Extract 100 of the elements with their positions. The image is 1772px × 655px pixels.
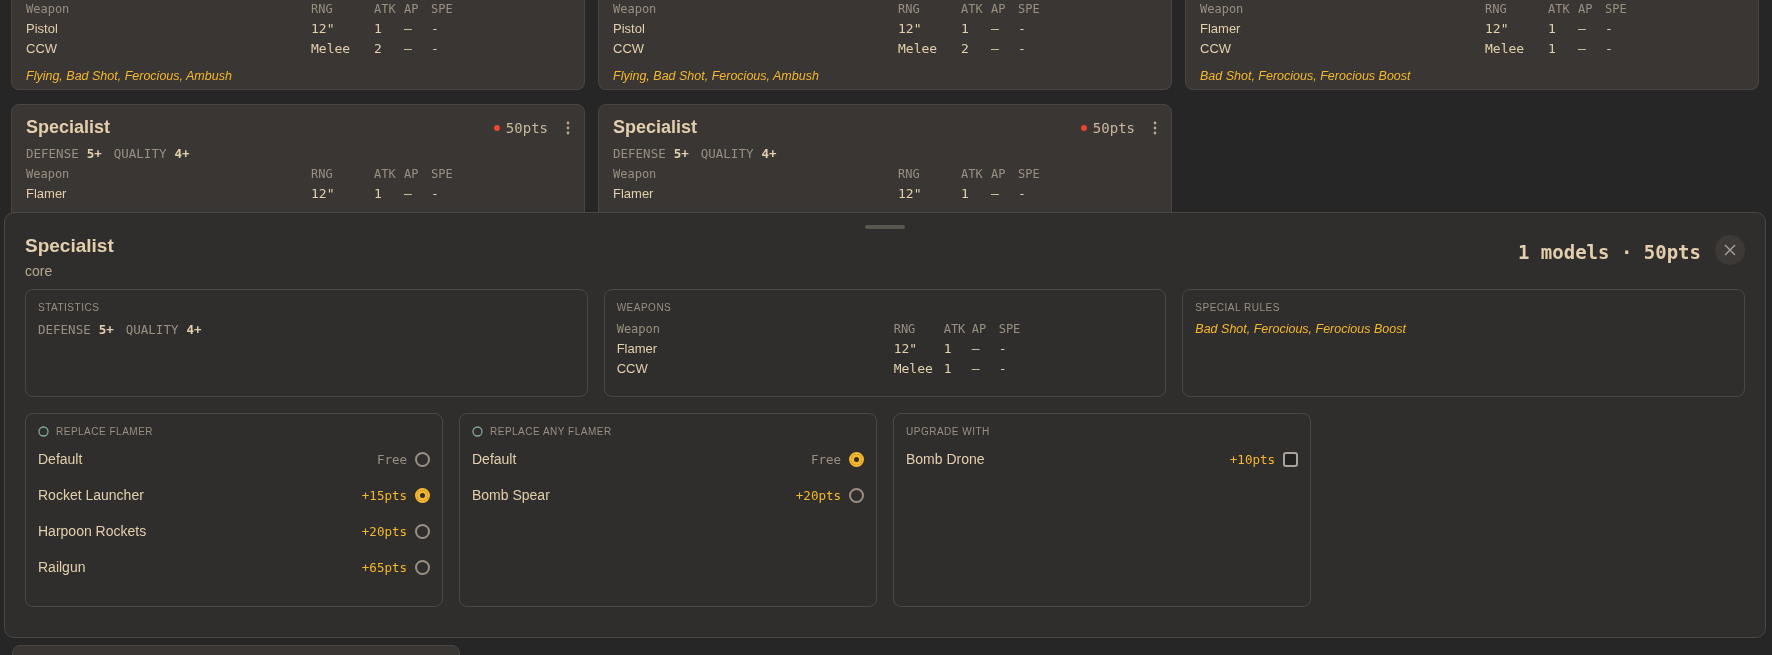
column-header: ATK — [961, 2, 984, 16]
column-header: Weapon — [1200, 2, 1245, 16]
weapon-stat: - — [998, 341, 1008, 356]
column-header: SPE — [998, 322, 1022, 336]
option-item[interactable]: Default Free — [38, 441, 430, 477]
radio-button[interactable] — [415, 451, 430, 467]
weapon-stat: – — [1578, 21, 1587, 36]
weapon-stat: - — [1018, 41, 1027, 56]
column-header: RNG — [311, 2, 334, 16]
weapon-stat: 12" — [1485, 21, 1510, 36]
weapon-stat: – — [991, 21, 1000, 36]
column-header: RNG — [893, 322, 917, 336]
section-heading: SPECIAL RULES — [1195, 302, 1281, 313]
weapon-stat: - — [1605, 21, 1614, 36]
unit-card[interactable]: Weapon RNG ATK AP SPE Pistol 12" 1 – - CCW Melee 2 – - Flying, Bad Shot, Ferocious, Ambush — [598, 0, 1172, 90]
stat-label: QUALITY — [113, 146, 167, 161]
weapon-stat: - — [1605, 41, 1614, 56]
group-heading: REPLACE ANY FLAMER — [490, 426, 612, 437]
unit-points: 50pts — [505, 119, 548, 136]
weapon-name: Pistol — [613, 21, 646, 36]
option-item[interactable]: Rocket Launcher +15pts — [38, 477, 430, 513]
option-item[interactable]: Bomb Spear +20pts — [472, 477, 864, 513]
weapon-stat: - — [431, 41, 440, 56]
weapon-stat: - — [1018, 21, 1027, 36]
weapon-stat: Melee — [1485, 41, 1526, 56]
weapon-stat: Melee — [893, 361, 934, 376]
weapon-stat: 1 — [374, 186, 383, 201]
unit-card[interactable]: Weapon RNG ATK AP SPE Flamer 12" 1 – - CCW Melee 1 – - Bad Shot, Ferocious, Ferocious Boost — [1185, 0, 1759, 90]
weapon-stat: 12" — [311, 21, 336, 36]
option-item[interactable]: Bomb Drone +10pts — [906, 441, 1298, 477]
column-header: SPE — [1605, 2, 1628, 16]
radio-button[interactable] — [415, 559, 430, 575]
weapon-stat: Melee — [898, 41, 939, 56]
column-header: SPE — [1018, 167, 1041, 181]
stat-label: DEFENSE — [38, 322, 91, 337]
weapon-name: CCW — [613, 41, 646, 56]
option-item[interactable]: Default Free — [472, 441, 864, 477]
weapon-stat: 2 — [374, 41, 383, 56]
radio-button[interactable] — [415, 487, 430, 503]
weapon-stat: – — [991, 41, 1000, 56]
close-button[interactable] — [1715, 235, 1745, 265]
radio-button[interactable] — [849, 451, 864, 467]
stat-value: 5+ — [86, 146, 102, 161]
column-header: RNG — [898, 167, 921, 181]
weapon-stat: - — [431, 21, 440, 36]
checkbox[interactable] — [1283, 451, 1298, 467]
more-icon[interactable] — [566, 120, 570, 135]
column-header: SPE — [431, 2, 454, 16]
column-header: ATK — [374, 167, 397, 181]
status-dot — [1080, 124, 1087, 131]
stat-value: 5+ — [673, 146, 689, 161]
stat-value: 5+ — [98, 322, 114, 337]
column-header: Weapon — [616, 322, 661, 336]
column-header: AP — [971, 322, 988, 336]
option-cost: Free — [376, 451, 407, 467]
weapon-name: CCW — [616, 361, 649, 376]
column-header: AP — [1578, 2, 1594, 16]
weapon-stat: 2 — [961, 41, 970, 56]
option-cost: Free — [810, 451, 841, 467]
more-icon[interactable] — [1153, 120, 1157, 135]
unit-name: Specialist — [26, 117, 111, 138]
weapon-name: Pistol — [26, 21, 59, 36]
radio-button[interactable] — [849, 487, 864, 503]
weapon-stat: – — [404, 41, 413, 56]
weapon-stat: - — [1018, 186, 1027, 201]
stat-label: DEFENSE — [613, 146, 666, 161]
special-rules: Bad Shot, Ferocious, Ferocious Boost — [1200, 69, 1412, 83]
stat-label: QUALITY — [700, 146, 754, 161]
radio-button[interactable] — [415, 523, 430, 539]
status-dot — [493, 124, 500, 131]
weapon-stat: 12" — [898, 21, 923, 36]
weapon-stat: 1 — [961, 186, 970, 201]
column-header: SPE — [431, 167, 454, 181]
weapon-stat: 1 — [1548, 21, 1557, 36]
unit-summary: 1 models · 50pts — [1517, 241, 1701, 263]
column-header: Weapon — [26, 167, 71, 181]
unit-card[interactable]: Weapon RNG ATK AP SPE Pistol 12" 1 – - CCW Melee 2 – - Flying, Bad Shot, Ferocious, Ambush — [11, 0, 585, 90]
option-item[interactable]: Railgun +65pts — [38, 549, 430, 585]
drag-handle[interactable] — [865, 225, 905, 229]
option-cost: +65pts — [361, 559, 407, 575]
option-cost: +10pts — [1229, 451, 1275, 467]
sheet-subtitle: core — [25, 263, 54, 279]
weapon-stat: 12" — [898, 186, 923, 201]
weapon-stat: 1 — [943, 341, 953, 356]
weapon-stat: 1 — [374, 21, 383, 36]
column-header: AP — [991, 167, 1007, 181]
column-header: ATK — [374, 2, 397, 16]
stat-label: QUALITY — [125, 322, 179, 337]
group-heading: REPLACE FLAMER — [56, 426, 154, 437]
weapon-stat: 1 — [961, 21, 970, 36]
weapon-stat: - — [998, 361, 1008, 376]
weapon-name: Flamer — [616, 341, 659, 356]
weapon-stat: – — [991, 186, 1000, 201]
special-rules: Bad Shot, Ferocious, Ferocious Boost — [1195, 322, 1408, 336]
weapon-stat: – — [1578, 41, 1587, 56]
column-header: AP — [991, 2, 1007, 16]
section-heading: WEAPONS — [616, 302, 673, 313]
weapon-stat: – — [971, 361, 981, 376]
option-item[interactable]: Harpoon Rockets +20pts — [38, 513, 430, 549]
circle-icon — [472, 426, 483, 437]
